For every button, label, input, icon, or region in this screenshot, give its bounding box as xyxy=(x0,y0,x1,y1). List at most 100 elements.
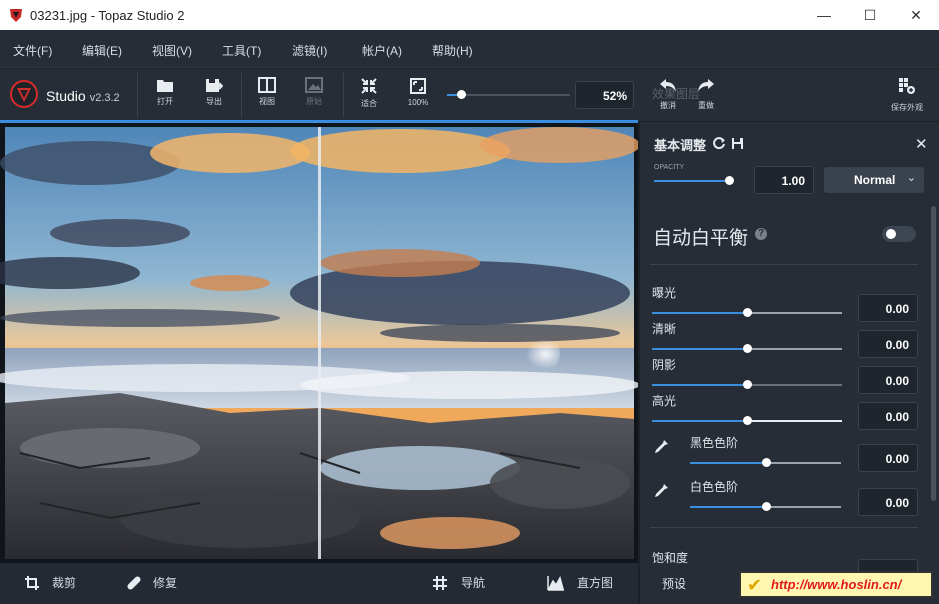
slider-fill xyxy=(652,312,747,314)
slider-label: 曝光 xyxy=(652,286,677,300)
adjustments-panel: 撤消 重做 效果图层 保存外观 基本调整 ✕ OPACITY 1.00 Norm… xyxy=(640,69,939,604)
bandage-icon[interactable] xyxy=(126,575,142,591)
original-button[interactable]: 原始 xyxy=(294,77,334,115)
window-titlebar: 03231.jpg - Topaz Studio 2 — ☐ ✕ xyxy=(0,0,939,30)
opacity-slider-track[interactable] xyxy=(654,180,730,182)
slider-track[interactable] xyxy=(747,348,842,350)
image-icon xyxy=(305,77,323,93)
slider-track[interactable] xyxy=(747,384,842,386)
original-label: 原始 xyxy=(306,97,322,106)
slider-fill xyxy=(652,384,747,386)
chevron-down-icon: ⌄ xyxy=(906,172,916,184)
maximize-button[interactable]: ☐ xyxy=(847,0,893,30)
slider-label: 高光 xyxy=(652,394,677,408)
bottom-toolbar: 裁剪 修复 导航 直方图 xyxy=(0,563,638,604)
preset-label[interactable]: 预设 xyxy=(662,575,686,592)
slider-fill xyxy=(652,348,747,350)
saturation-value-input[interactable] xyxy=(858,559,918,571)
slider-track[interactable] xyxy=(766,506,841,508)
open-label: 打开 xyxy=(157,97,173,106)
minimize-button[interactable]: — xyxy=(801,0,847,30)
histogram-label[interactable]: 直方图 xyxy=(577,574,613,591)
slider-label: 黑色色阶 xyxy=(690,436,739,450)
opacity-slider-knob[interactable] xyxy=(725,176,734,185)
menu-view[interactable]: 视图(V) xyxy=(152,42,192,59)
close-window-button[interactable]: ✕ xyxy=(893,0,939,30)
studio-logo-icon xyxy=(10,80,38,108)
photo-preview xyxy=(0,127,640,559)
slider-value-input[interactable]: 0.00 xyxy=(858,444,918,472)
toolbar-separator xyxy=(241,73,242,117)
panel-divider xyxy=(640,121,939,122)
slider-knob[interactable] xyxy=(743,344,752,353)
slider-label: 白色色阶 xyxy=(690,480,739,494)
brand-name: Studio xyxy=(46,88,86,104)
zoom-value-input[interactable]: 52% xyxy=(575,81,634,109)
slider-label: 阴影 xyxy=(652,358,677,372)
reset-icon[interactable] xyxy=(713,137,726,150)
slider-value-input[interactable]: 0.00 xyxy=(858,402,918,430)
grid-icon[interactable] xyxy=(432,575,448,591)
export-button[interactable]: 导出 xyxy=(194,77,234,115)
slider-knob[interactable] xyxy=(762,458,771,467)
histogram-icon[interactable] xyxy=(547,575,565,591)
open-button[interactable]: 打开 xyxy=(145,77,185,115)
section-divider xyxy=(650,527,918,528)
zoom-100-button[interactable]: 100% xyxy=(398,77,438,115)
menu-edit[interactable]: 编辑(E) xyxy=(82,42,122,59)
save-look-button[interactable]: 保存外观 xyxy=(885,77,929,113)
menu-filters[interactable]: 滤镜(I) xyxy=(292,42,327,59)
menu-bar: 文件(F) 编辑(E) 视图(V) 工具(T) 滤镜(I) 帐户(A) 帮助(H… xyxy=(0,30,939,68)
panel-title: 基本调整 xyxy=(654,138,707,153)
help-icon[interactable]: ? xyxy=(755,228,767,240)
split-view-icon xyxy=(258,77,276,93)
fullsize-icon xyxy=(410,78,426,94)
slider-knob[interactable] xyxy=(743,416,752,425)
slider-track[interactable] xyxy=(747,420,842,422)
auto-white-balance-toggle[interactable] xyxy=(882,226,916,242)
eyedropper-icon[interactable] xyxy=(652,482,670,500)
grid-plus-icon xyxy=(899,78,915,94)
save-look-label: 保存外观 xyxy=(891,103,923,112)
export-icon xyxy=(206,79,223,92)
opacity-label: OPACITY xyxy=(654,164,685,171)
menu-file[interactable]: 文件(F) xyxy=(13,42,52,59)
eyedropper-icon[interactable] xyxy=(652,438,670,456)
topaz-app-icon xyxy=(10,9,22,22)
crop-icon[interactable] xyxy=(24,575,40,591)
slider-value-input[interactable]: 0.00 xyxy=(858,330,918,358)
folder-icon xyxy=(157,80,173,92)
opacity-value-input[interactable]: 1.00 xyxy=(754,166,814,194)
slider-fill xyxy=(652,420,747,422)
slider-fill xyxy=(690,506,766,508)
slider-value-input[interactable]: 0.00 xyxy=(858,294,918,322)
menu-help[interactable]: 帮助(H) xyxy=(432,42,473,59)
menu-account[interactable]: 帐户(A) xyxy=(362,42,402,59)
slider-value-input[interactable]: 0.00 xyxy=(858,488,918,516)
zoom-100-label: 100% xyxy=(407,98,429,107)
watermark-url: http://www.hoslin.cn/ xyxy=(771,577,902,592)
toolbar-separator xyxy=(343,73,344,117)
slider-knob[interactable] xyxy=(743,380,752,389)
fit-label: 适合 xyxy=(361,99,377,108)
crop-label[interactable]: 裁剪 xyxy=(52,574,76,591)
view-button[interactable]: 视图 xyxy=(247,77,287,115)
save-icon[interactable] xyxy=(731,137,744,150)
slider-track[interactable] xyxy=(766,462,841,464)
slider-track[interactable] xyxy=(747,312,842,314)
zoom-slider-knob[interactable] xyxy=(457,90,466,99)
close-panel-icon[interactable]: ✕ xyxy=(915,135,928,153)
slider-knob[interactable] xyxy=(762,502,771,511)
fit-button[interactable]: 适合 xyxy=(349,77,389,115)
menu-tools[interactable]: 工具(T) xyxy=(222,42,261,59)
window-title: 03231.jpg - Topaz Studio 2 xyxy=(30,8,185,23)
slider-value-input[interactable]: 0.00 xyxy=(858,366,918,394)
checkmark-icon: ✔ xyxy=(747,575,763,595)
slider-knob[interactable] xyxy=(743,308,752,317)
blend-mode-dropdown[interactable]: Normal ⌄ xyxy=(824,167,924,193)
fit-icon xyxy=(361,78,377,94)
navigate-label[interactable]: 导航 xyxy=(461,574,485,591)
panel-scrollbar[interactable] xyxy=(931,206,936,501)
image-canvas[interactable] xyxy=(0,123,640,563)
repair-label[interactable]: 修复 xyxy=(153,574,177,591)
